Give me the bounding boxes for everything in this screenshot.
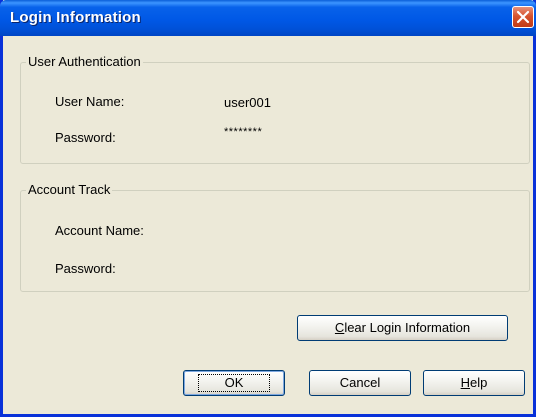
window-title: Login Information bbox=[10, 9, 141, 26]
user-name-label: User Name: bbox=[55, 94, 125, 109]
help-button[interactable]: Help bbox=[423, 370, 525, 396]
password-label: Password: bbox=[55, 130, 116, 145]
account-password-label: Password: bbox=[55, 261, 116, 276]
user-authentication-title: User Authentication bbox=[26, 54, 143, 69]
cancel-button[interactable]: Cancel bbox=[309, 370, 411, 396]
ok-button[interactable]: OK bbox=[183, 370, 285, 396]
clear-login-information-button[interactable]: Clear Login Information bbox=[297, 315, 508, 341]
help-button-label: elp bbox=[470, 375, 488, 390]
close-icon bbox=[516, 10, 530, 24]
account-name-label: Account Name: bbox=[55, 223, 144, 238]
close-button[interactable] bbox=[512, 6, 534, 28]
clear-accelerator: C bbox=[334, 320, 345, 335]
login-information-dialog: Login Information User Authentication Us… bbox=[0, 0, 536, 417]
user-authentication-group: User Authentication User Name: user001 P… bbox=[20, 54, 530, 164]
user-name-value: user001 bbox=[224, 95, 271, 110]
password-value: ******** bbox=[224, 126, 263, 138]
focus-indicator: OK bbox=[197, 374, 271, 392]
cancel-button-label: Cancel bbox=[339, 375, 381, 390]
clear-button-label: lear Login Information bbox=[344, 320, 471, 335]
ok-button-label: OK bbox=[224, 375, 244, 390]
account-track-title: Account Track bbox=[26, 182, 113, 197]
help-accelerator: H bbox=[460, 375, 471, 390]
title-bar[interactable]: Login Information bbox=[0, 0, 536, 36]
account-track-group: Account Track Account Name: Password: bbox=[20, 182, 530, 292]
